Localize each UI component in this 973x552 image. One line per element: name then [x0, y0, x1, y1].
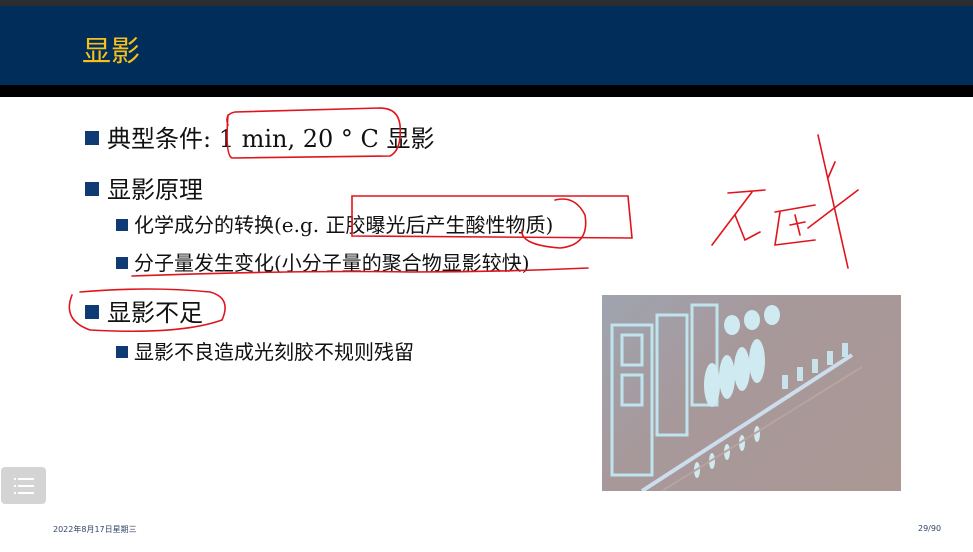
handwriting-jian: [711, 134, 859, 269]
footer-date: 2022年8月17日星期三: [53, 525, 137, 534]
red-pen-annotations: [68, 107, 859, 333]
circle-underdevelop: [68, 288, 226, 333]
slide-menu-button[interactable]: [1, 467, 46, 504]
list-menu-icon: [14, 478, 34, 494]
circle-conditions: [226, 107, 402, 159]
box-positive-resist: [351, 195, 633, 239]
underline-molecular: [131, 267, 589, 277]
circle-acid: [521, 198, 587, 249]
page-number: 29/90: [918, 524, 942, 533]
